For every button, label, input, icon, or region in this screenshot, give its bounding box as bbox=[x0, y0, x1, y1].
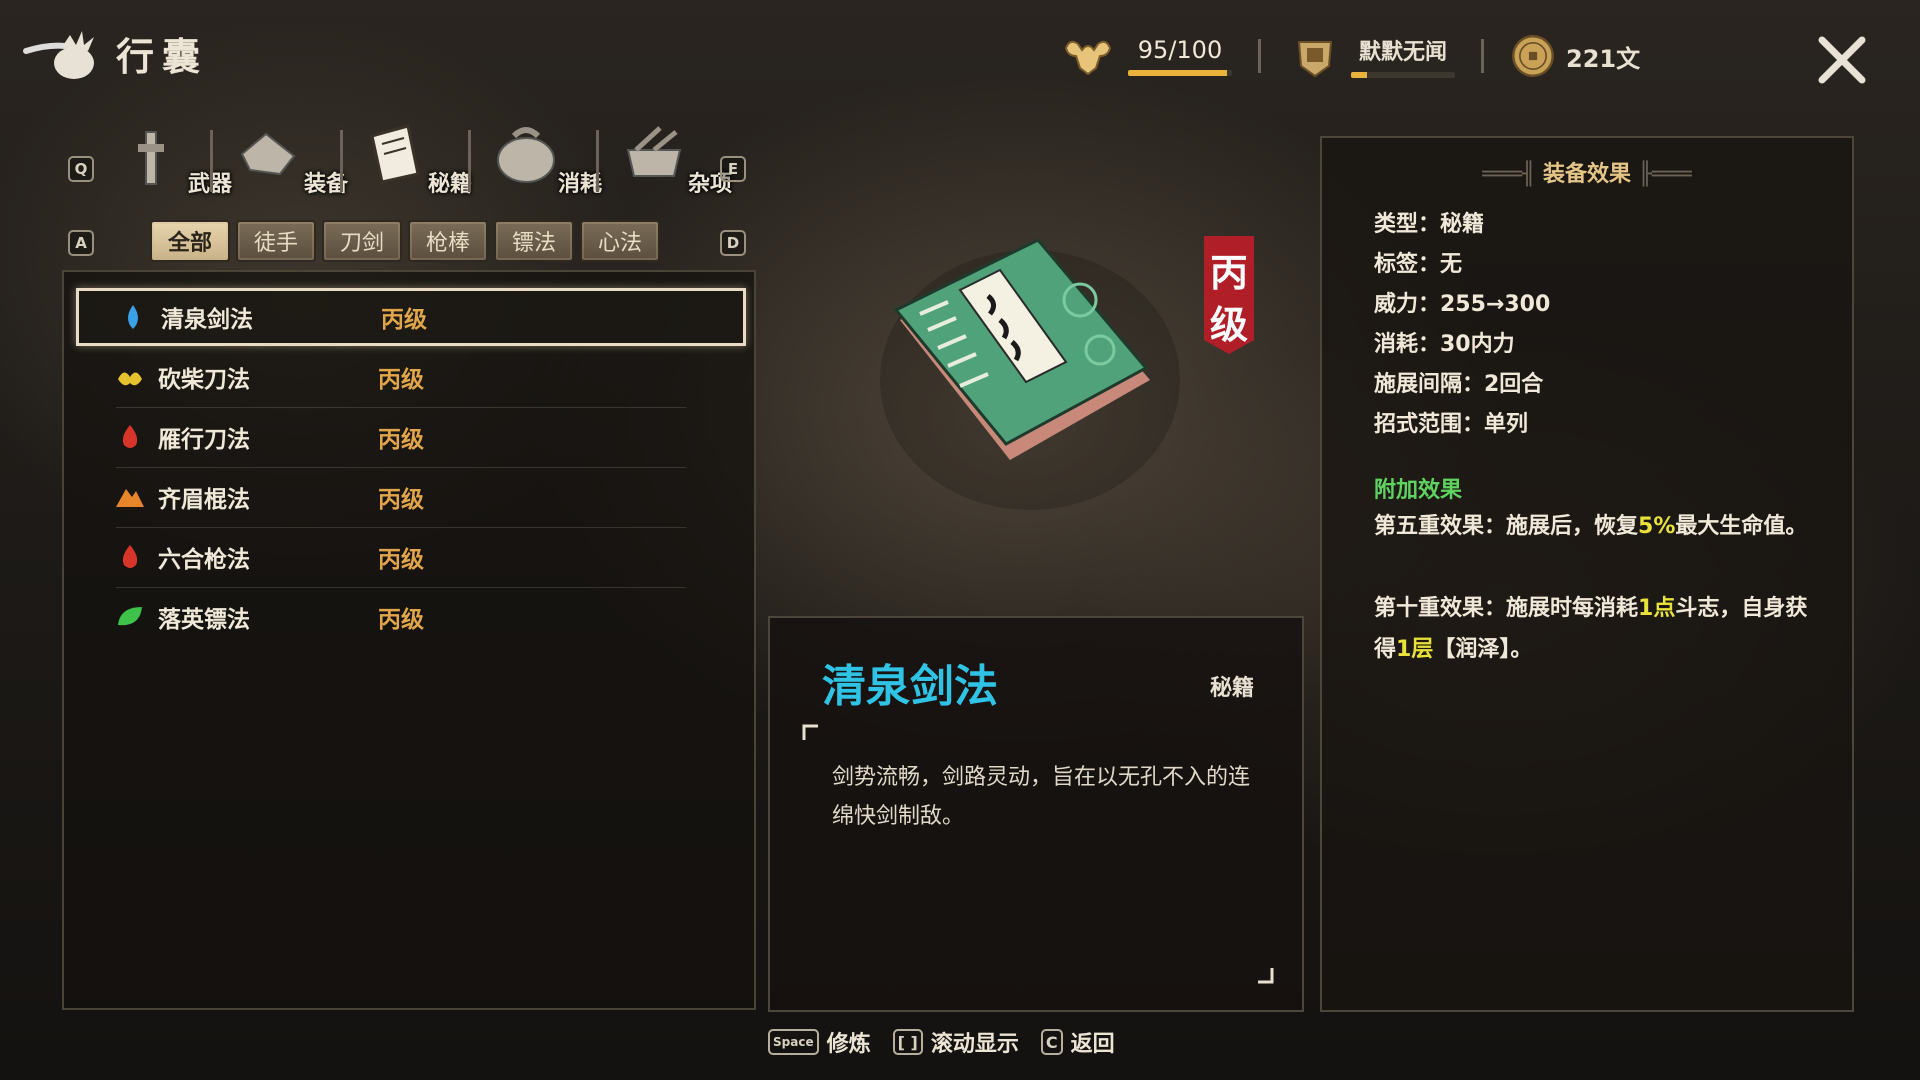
train-label: 修炼 bbox=[826, 1032, 871, 1057]
scroll-label: 滚动显示 bbox=[930, 1032, 1019, 1057]
train-action[interactable]: Space 修炼 bbox=[768, 1026, 871, 1058]
next-filter-key[interactable]: D bbox=[720, 230, 746, 256]
wind-icon bbox=[118, 372, 142, 386]
effect-cost: 消耗：30内力 bbox=[1374, 332, 1515, 357]
extra-effect-5: 第五重效果：施展后，恢复5%最大生命值。 bbox=[1374, 514, 1808, 539]
stamina-bar bbox=[1128, 70, 1232, 76]
item-list: 清泉剑法 丙级 砍柴刀法 丙级 雁行刀法 丙级 齐眉棍法 丙级 六合枪法 丙级 … bbox=[62, 270, 756, 1010]
effect-type: 类型：秘籍 bbox=[1374, 212, 1485, 237]
list-item[interactable]: 雁行刀法 丙级 bbox=[76, 408, 746, 468]
leaf-icon bbox=[118, 607, 142, 626]
next-category-key[interactable]: E bbox=[720, 156, 746, 182]
tab-armor[interactable]: 装备 bbox=[236, 120, 354, 200]
money-value: 221文 bbox=[1566, 44, 1641, 73]
mountain-icon bbox=[116, 489, 144, 507]
filter-unarmed[interactable]: 徒手 bbox=[236, 220, 316, 262]
item-grade: 丙级 bbox=[378, 367, 424, 393]
footer-hints: Space 修炼 [ ] 滚动显示 C 返回 bbox=[768, 1024, 1137, 1060]
effects-header: ═══╢ 装备效果 ╟═══ bbox=[1482, 162, 1692, 187]
stamina-stat: 95/100 bbox=[1060, 28, 1232, 84]
fire-icon bbox=[122, 425, 138, 448]
reputation-value: 默默无闻 bbox=[1358, 40, 1447, 65]
list-item[interactable]: 齐眉棍法 丙级 bbox=[76, 468, 746, 528]
filter-blade[interactable]: 刀剑 bbox=[322, 220, 402, 262]
tab-manual[interactable]: 秘籍 bbox=[360, 120, 478, 200]
effects-panel: ═══╢ 装备效果 ╟═══ 类型：秘籍 标签：无 威力：255→300 消耗：… bbox=[1320, 136, 1854, 1012]
filter-dart[interactable]: 镖法 bbox=[494, 220, 574, 262]
list-item[interactable]: 落英镖法 丙级 bbox=[76, 588, 746, 646]
bracket-keys: [ ] bbox=[892, 1029, 923, 1055]
item-grade: 丙级 bbox=[378, 487, 424, 513]
filter-spear-staff[interactable]: 枪棒 bbox=[408, 220, 488, 262]
divider bbox=[1481, 39, 1484, 73]
title-bar: 行囊 bbox=[22, 18, 208, 88]
back-label: 返回 bbox=[1070, 1032, 1115, 1057]
item-description: 剑势流畅，剑路灵动，旨在以无孔不入的连绵快剑制敌。 bbox=[832, 765, 1251, 829]
extra-effect-10: 第十重效果：施展时每消耗1点斗志，自身获得1层【润泽】。 bbox=[1374, 596, 1808, 662]
prev-category-key[interactable]: Q bbox=[68, 156, 94, 182]
item-name: 齐眉棍法 bbox=[158, 487, 250, 513]
item-grade: 丙级 bbox=[381, 307, 427, 333]
tab-weapon[interactable]: 武器 bbox=[120, 120, 238, 200]
item-title: 清泉剑法 bbox=[822, 661, 998, 712]
item-grade: 丙级 bbox=[378, 547, 424, 573]
extra-effects-title: 附加效果 bbox=[1374, 478, 1463, 503]
item-name: 雁行刀法 bbox=[158, 427, 250, 453]
description-panel: 清泉剑法 秘籍 剑势流畅，剑路灵动，旨在以无孔不入的连绵快剑制敌。 bbox=[768, 616, 1304, 1012]
list-item[interactable]: 六合枪法 丙级 bbox=[76, 528, 746, 588]
item-grade: 丙级 bbox=[378, 427, 424, 453]
effect-tag: 标签：无 bbox=[1374, 252, 1463, 277]
item-grade: 丙级 bbox=[378, 607, 424, 633]
effect-power: 威力：255→300 bbox=[1374, 292, 1551, 317]
reputation-stat: 默默无闻 bbox=[1287, 28, 1455, 84]
list-item[interactable]: 砍柴刀法 丙级 bbox=[76, 348, 746, 408]
item-name: 落英镖法 bbox=[158, 607, 250, 633]
space-key: Space bbox=[768, 1029, 819, 1055]
corner-bracket-icon bbox=[802, 724, 818, 740]
reputation-icon bbox=[1297, 41, 1333, 78]
close-icon[interactable] bbox=[1812, 30, 1872, 90]
reputation-bar bbox=[1351, 72, 1455, 78]
filter-tabs: A 全部 徒手 刀剑 枪棒 镖法 心法 D bbox=[64, 220, 754, 264]
stamina-value: 95/100 bbox=[1137, 36, 1223, 64]
fire-icon bbox=[122, 545, 138, 568]
item-name: 六合枪法 bbox=[158, 547, 250, 573]
status-bar: 95/100 默默无闻 221文 bbox=[1060, 26, 1640, 86]
filter-inner-art[interactable]: 心法 bbox=[580, 220, 660, 262]
coin-icon bbox=[1512, 35, 1554, 77]
effect-range: 招式范围：单列 bbox=[1374, 412, 1529, 437]
effects-header-label: 装备效果 bbox=[1542, 162, 1631, 187]
money-stat: 221文 bbox=[1510, 33, 1640, 79]
back-action[interactable]: C 返回 bbox=[1040, 1026, 1115, 1058]
water-icon bbox=[128, 305, 138, 329]
item-type: 秘籍 bbox=[1209, 676, 1254, 701]
muscle-icon bbox=[1064, 40, 1112, 76]
filter-all[interactable]: 全部 bbox=[150, 220, 230, 262]
corner-bracket-icon bbox=[1258, 968, 1274, 984]
page-title: 行囊 bbox=[116, 34, 209, 79]
bundle-icon bbox=[23, 31, 94, 79]
item-name: 清泉剑法 bbox=[161, 307, 253, 333]
green-manual-book-icon bbox=[880, 238, 1180, 510]
category-tabs: Q 武器 装备 秘籍 消耗 杂项 bbox=[64, 120, 754, 208]
scroll-action[interactable]: [ ] 滚动显示 bbox=[892, 1026, 1019, 1058]
list-item[interactable]: 清泉剑法 丙级 bbox=[76, 288, 746, 346]
grade-char-2: 级 bbox=[1209, 303, 1248, 347]
tab-consumable[interactable]: 消耗 bbox=[490, 120, 608, 200]
grade-char-1: 丙 bbox=[1209, 251, 1248, 295]
divider bbox=[1258, 39, 1261, 73]
tab-label: 秘籍 bbox=[427, 172, 472, 197]
item-name: 砍柴刀法 bbox=[158, 367, 250, 393]
c-key: C bbox=[1040, 1029, 1063, 1055]
prev-filter-key[interactable]: A bbox=[68, 230, 94, 256]
effect-cooldown: 施展间隔：2回合 bbox=[1374, 372, 1544, 397]
grade-badge: 丙 级 bbox=[1198, 228, 1260, 356]
